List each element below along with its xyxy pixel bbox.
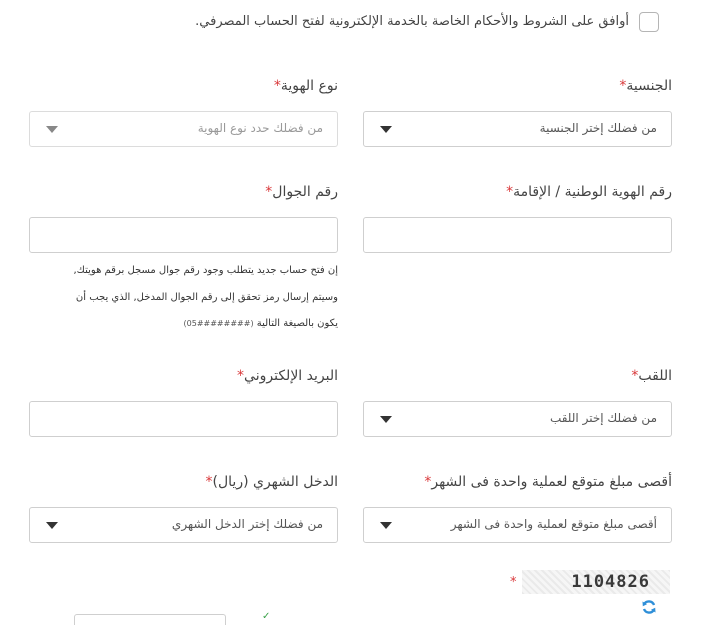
mobile-format-value: (05########) <box>183 319 254 328</box>
national-id-input[interactable] <box>363 217 672 253</box>
id-type-select[interactable]: من فضلك حدد نوع الهوية <box>29 111 338 147</box>
captcha-image: 1104826 <box>522 570 670 594</box>
chevron-down-icon <box>46 126 58 133</box>
chevron-down-icon <box>380 522 392 529</box>
terms-label: أوافق على الشروط والأحكام الخاصة بالخدمة… <box>195 14 629 29</box>
monthly-income-select[interactable]: من فضلك إختر الدخل الشهري <box>29 507 338 543</box>
max-amount-select[interactable]: أقصى مبلغ متوقع لعملية واحدة فى الشهر <box>363 507 672 543</box>
captcha-required-mark: * <box>510 575 517 590</box>
required-mark: * <box>273 78 281 94</box>
mobile-note-line3-text: يكون بالصيغة التالية <box>256 318 338 329</box>
id-type-select-value: من فضلك حدد نوع الهوية <box>197 121 323 135</box>
national-id-label: رقم الهوية الوطنية / الإقامة* <box>502 184 672 200</box>
mobile-note-line3: يكون بالصيغة التالية ‪(05########)‬ <box>29 318 338 329</box>
national-id-label-text: رقم الهوية الوطنية / الإقامة <box>513 184 672 200</box>
captcha-text: 1104826 <box>571 572 650 592</box>
monthly-income-label-text: الدخل الشهري (ريال) <box>212 474 338 490</box>
title-label: اللقب* <box>627 368 672 384</box>
chevron-down-icon <box>46 522 58 529</box>
nationality-label-text: الجنسية <box>626 78 672 94</box>
check-icon: ✓ <box>262 611 271 622</box>
mobile-note-line1: إن فتح حساب جديد يتطلب وجود رقم جوال مسج… <box>73 265 339 276</box>
id-type-label: نوع الهوية* <box>270 78 338 94</box>
monthly-income-select-value: من فضلك إختر الدخل الشهري <box>171 517 323 531</box>
nationality-select-value: من فضلك إختر الجنسية <box>539 121 657 135</box>
mobile-label-text: رقم الجوال <box>272 184 338 200</box>
mobile-input[interactable] <box>29 217 338 253</box>
title-select[interactable]: من فضلك إختر اللقب <box>363 401 672 437</box>
max-amount-select-value: أقصى مبلغ متوقع لعملية واحدة فى الشهر <box>450 517 657 531</box>
required-mark: * <box>205 474 213 490</box>
mobile-format-hint: ‪(05########)‬ <box>184 319 254 328</box>
terms-checkbox[interactable] <box>639 12 659 32</box>
nationality-label: الجنسية* <box>615 78 672 94</box>
title-label-text: اللقب <box>638 368 672 384</box>
email-input[interactable] <box>29 401 338 437</box>
chevron-down-icon <box>380 416 392 423</box>
refresh-icon[interactable] <box>641 599 657 615</box>
email-label: البريد الإلكتروني* <box>233 368 338 384</box>
mobile-label: رقم الجوال* <box>261 184 338 200</box>
nationality-select[interactable]: من فضلك إختر الجنسية <box>363 111 672 147</box>
mobile-note-line2: وسيتم إرسال رمز تحقق إلى رقم الجوال المد… <box>75 292 338 303</box>
max-amount-label-text: أقصى مبلغ متوقع لعملية واحدة فى الشهر <box>431 474 672 490</box>
id-type-label-text: نوع الهوية <box>280 78 338 94</box>
email-label-text: البريد الإلكتروني <box>244 368 338 384</box>
max-amount-label: أقصى مبلغ متوقع لعملية واحدة فى الشهر* <box>420 474 672 490</box>
monthly-income-label: الدخل الشهري (ريال)* <box>202 474 338 490</box>
required-mark: * <box>237 368 245 384</box>
title-select-value: من فضلك إختر اللقب <box>549 411 657 425</box>
chevron-down-icon <box>380 126 392 133</box>
